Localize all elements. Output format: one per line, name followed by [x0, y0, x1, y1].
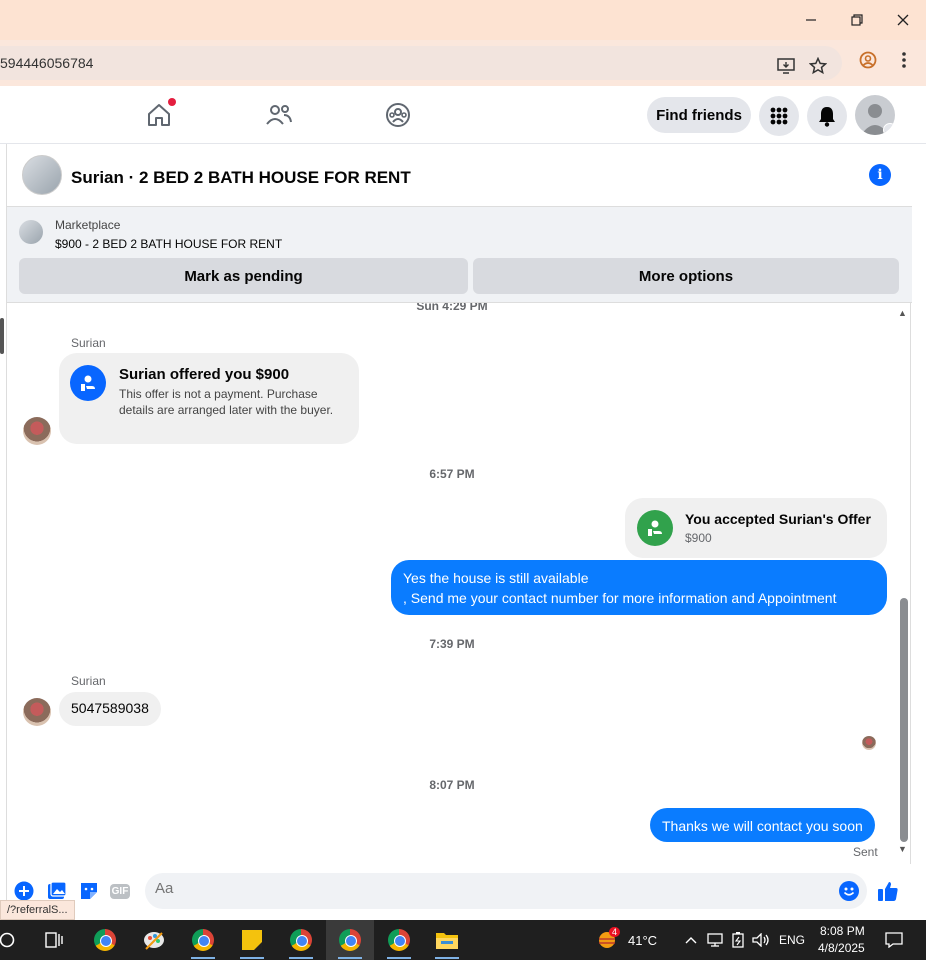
- outgoing-message[interactable]: Thanks we will contact you soon: [650, 808, 875, 842]
- weather-temp[interactable]: 41°C: [628, 933, 657, 948]
- account-avatar[interactable]: ⌄: [855, 95, 895, 135]
- volume-icon[interactable]: [748, 927, 774, 953]
- timestamp: 8:07 PM: [429, 778, 475, 792]
- timestamp: 7:39 PM: [429, 637, 475, 651]
- browser-titlebar: [0, 0, 926, 40]
- status-bar-url: /?referralS...: [0, 900, 75, 920]
- sender-avatar[interactable]: [23, 698, 51, 726]
- home-icon[interactable]: [144, 98, 176, 130]
- running-indicator: [387, 957, 411, 959]
- message-input-box[interactable]: [145, 873, 867, 909]
- file-explorer-icon[interactable]: [434, 927, 460, 953]
- clock-time[interactable]: 8:08 PM: [820, 924, 865, 938]
- listing-thumbnail[interactable]: [22, 155, 62, 195]
- marketplace-label: Marketplace: [55, 218, 121, 232]
- timestamp: Sun 4:29 PM: [416, 303, 488, 313]
- minimize-icon[interactable]: [796, 6, 826, 34]
- paint-app-icon[interactable]: [141, 927, 167, 953]
- chrome-profile-icon[interactable]: [337, 927, 363, 953]
- groups-icon[interactable]: [383, 100, 413, 130]
- restore-icon[interactable]: [842, 6, 872, 34]
- outgoing-message[interactable]: Yes the house is still available , Send …: [391, 560, 887, 615]
- gif-label: GIF: [109, 883, 131, 899]
- emoji-icon[interactable]: [839, 881, 859, 901]
- task-view-icon[interactable]: [41, 927, 67, 953]
- windows-taskbar: 4 41°C ENG 8:08 PM 4/8/2025: [0, 920, 926, 960]
- notification-dot: [168, 98, 176, 106]
- chrome-icon[interactable]: [92, 927, 118, 953]
- menu-grid-icon[interactable]: [759, 96, 799, 136]
- message-line: Yes the house is still available: [403, 570, 589, 586]
- running-indicator: [240, 957, 264, 959]
- sent-status: Sent: [853, 845, 878, 859]
- message-list[interactable]: Sun 4:29 PM Surian Surian offered you $9…: [7, 303, 912, 863]
- read-receipt-avatar: [862, 736, 876, 750]
- notifications-bell-icon[interactable]: [807, 96, 847, 136]
- running-indicator: [191, 957, 215, 959]
- chevron-up-icon[interactable]: [678, 927, 704, 953]
- browser-menu-icon[interactable]: [894, 50, 914, 70]
- accepted-title: You accepted Surian's Offer: [685, 511, 871, 527]
- more-options-button[interactable]: More options: [473, 258, 899, 294]
- thumbs-up-icon[interactable]: [877, 880, 899, 902]
- chat-title[interactable]: Surian · 2 BED 2 BATH HOUSE FOR RENT: [71, 168, 411, 188]
- chat-header: Surian · 2 BED 2 BATH HOUSE FOR RENT i: [7, 144, 912, 207]
- friends-icon[interactable]: [264, 100, 294, 130]
- chrome-profile-icon[interactable]: [386, 927, 412, 953]
- chevron-down-icon[interactable]: ⌄: [883, 123, 895, 135]
- chrome-profile-icon[interactable]: [190, 927, 216, 953]
- message-line: , Send me your contact number for more i…: [403, 590, 837, 606]
- address-bar-area: 594446056784: [0, 40, 926, 86]
- side-handle[interactable]: [0, 318, 4, 354]
- plus-circle-icon[interactable]: [13, 880, 35, 902]
- notification-center-icon[interactable]: [881, 927, 907, 953]
- accepted-amount: $900: [685, 531, 712, 545]
- offer-hand-icon: [70, 365, 106, 401]
- profile-icon[interactable]: [858, 50, 878, 70]
- sticker-icon[interactable]: [78, 880, 100, 902]
- info-icon[interactable]: i: [869, 164, 891, 186]
- accepted-hand-icon: [637, 510, 673, 546]
- running-indicator: [435, 957, 459, 959]
- timestamp: 6:57 PM: [429, 467, 475, 481]
- bookmark-star-icon[interactable]: [808, 56, 828, 76]
- weather-alert-badge: 4: [609, 927, 621, 937]
- chrome-profile-icon[interactable]: [288, 927, 314, 953]
- find-friends-button[interactable]: Find friends: [647, 97, 751, 133]
- url-text[interactable]: 594446056784: [0, 55, 93, 71]
- incoming-message[interactable]: 5047589038: [59, 692, 161, 726]
- search-circle-icon[interactable]: [0, 927, 20, 953]
- language-indicator[interactable]: ENG: [779, 933, 805, 947]
- marketplace-banner: Marketplace $900 - 2 BED 2 BATH HOUSE FO…: [7, 207, 912, 303]
- offer-title: Surian offered you $900: [119, 366, 290, 383]
- sticky-notes-icon[interactable]: [239, 927, 265, 953]
- scroll-down-arrow[interactable]: ▼: [898, 844, 907, 854]
- sender-name: Surian: [71, 336, 106, 350]
- address-bar[interactable]: 594446056784: [0, 46, 842, 80]
- running-indicator: [338, 957, 362, 959]
- gif-icon[interactable]: GIF: [109, 880, 131, 902]
- running-indicator: [289, 957, 313, 959]
- offer-description: This offer is not a payment. Purchase de…: [119, 387, 334, 417]
- mark-as-pending-button[interactable]: Mark as pending: [19, 258, 468, 294]
- accepted-offer-card[interactable]: You accepted Surian's Offer $900: [625, 498, 887, 558]
- close-icon[interactable]: [888, 6, 918, 34]
- install-app-icon[interactable]: [776, 56, 796, 76]
- photo-icon[interactable]: [46, 880, 68, 902]
- marketplace-listing[interactable]: $900 - 2 BED 2 BATH HOUSE FOR RENT: [55, 237, 282, 251]
- chat-panel: Surian · 2 BED 2 BATH HOUSE FOR RENT i M…: [6, 144, 912, 920]
- clock-date[interactable]: 4/8/2025: [818, 941, 865, 955]
- message-input[interactable]: [155, 880, 815, 897]
- sender-name: Surian: [71, 674, 106, 688]
- message-composer: GIF: [7, 864, 912, 920]
- sender-avatar[interactable]: [23, 417, 51, 445]
- marketplace-thumbnail: [19, 220, 43, 244]
- scrollbar-thumb[interactable]: [900, 598, 908, 842]
- offer-card[interactable]: Surian offered you $900 This offer is no…: [59, 353, 359, 444]
